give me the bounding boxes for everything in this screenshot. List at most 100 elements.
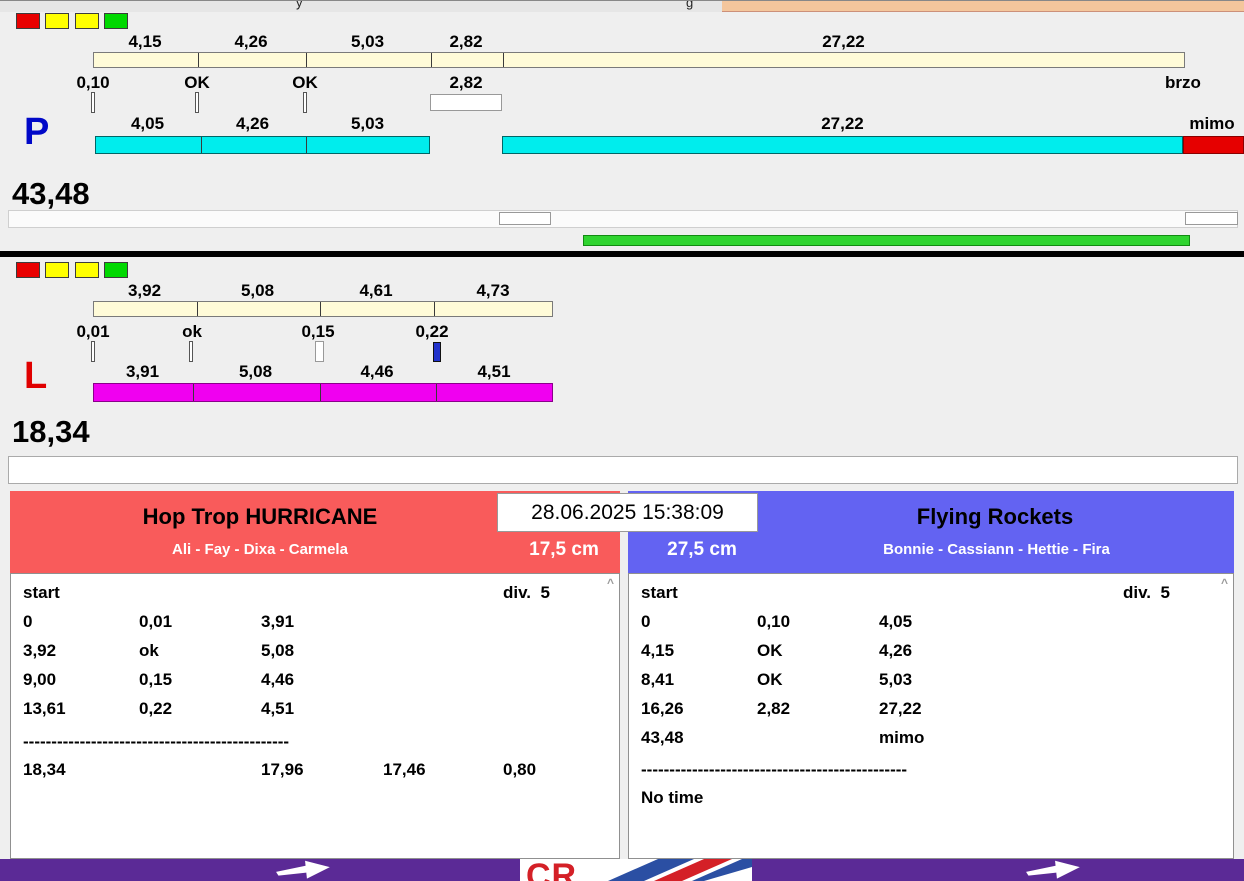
l-run-split: 5,08: [238, 362, 273, 381]
team-left-height: 17,5 cm: [529, 539, 599, 560]
p-total-time: 43,48: [12, 176, 90, 211]
p-check-value: OK: [184, 73, 210, 92]
l-plan-bar: [93, 301, 553, 317]
status-light-red-icon: [16, 13, 40, 29]
l-empty-strip: [8, 456, 1238, 484]
table-divider-line: ----------------------------------------…: [23, 732, 290, 751]
bar-divider: [306, 53, 307, 67]
lane-l-label: L: [24, 355, 48, 397]
clipped-menu-text: y: [296, 1, 303, 10]
bar-divider: [434, 302, 435, 316]
l-plan-split: 4,73: [476, 281, 510, 300]
timestamp-text: 28.06.2025 15:38:09: [531, 501, 724, 524]
table-cell: 2,82: [757, 699, 791, 718]
arrow-icon: [1026, 860, 1080, 879]
team-right-name: Flying Rockets: [916, 504, 1074, 529]
l-gate-tick: [189, 341, 193, 362]
l-total-time: 18,34: [12, 414, 90, 449]
background-window-orange: [722, 1, 1244, 12]
table-cell: 0,01: [139, 612, 173, 631]
p-progress-bar: [583, 235, 1190, 246]
status-light-yellow-icon: [74, 13, 99, 29]
p-run-bar: [95, 136, 430, 154]
l-plan-split: 4,61: [359, 281, 393, 300]
l-run-split: 4,46: [360, 362, 394, 381]
l-gate-marker-blue: [433, 342, 441, 362]
p-gate-box: [430, 94, 502, 111]
p-plan-bar: [93, 52, 1185, 68]
lane-p-status-lights: [16, 13, 129, 31]
scroll-up-icon[interactable]: ^: [1221, 577, 1228, 589]
lane-divider: [0, 251, 1244, 257]
status-light-yellow-icon: [45, 262, 70, 278]
table-cell: 3,91: [261, 612, 295, 631]
p-run-bar-long: [502, 136, 1183, 154]
p-plan-split: 5,03: [350, 32, 385, 51]
p-plan-split: 4,26: [234, 32, 268, 51]
l-check-value: ok: [182, 322, 202, 341]
p-plan-split: 4,15: [128, 32, 162, 51]
table-cell: 0: [641, 612, 651, 631]
l-check-value: 0,01: [76, 322, 110, 341]
bar-divider: [320, 302, 321, 316]
table-cell: 0: [23, 612, 33, 631]
timestamp-box: 28.06.2025 15:38:09: [497, 493, 758, 532]
l-gate-tick: [91, 341, 95, 362]
table-cell: 13,61: [23, 699, 66, 718]
bar-divider: [193, 384, 194, 401]
summary-time2: 17,46: [383, 760, 426, 779]
scroll-up-icon[interactable]: ^: [607, 577, 614, 589]
table-cell: mimo: [879, 728, 925, 747]
table-cell: 4,51: [261, 699, 295, 718]
p-plan-split: 2,82: [449, 32, 483, 51]
result-text: No time: [641, 788, 704, 807]
p-run-split: 27,22: [821, 114, 864, 133]
table-cell: 27,22: [879, 699, 922, 718]
l-plan-split: 3,92: [127, 281, 162, 300]
bar-divider: [201, 137, 202, 153]
team-right-height: 27,5 cm: [667, 539, 737, 560]
table-cell: 9,00: [23, 670, 57, 689]
p-marker-box: [1185, 212, 1238, 225]
p-run-split: 4,26: [235, 114, 270, 133]
table-cell: 5,08: [261, 641, 295, 660]
status-light-yellow-icon: [74, 262, 99, 278]
flag-logo-icon: [608, 859, 752, 881]
table-cell: 43,48: [641, 728, 684, 747]
l-gate-box: [315, 341, 324, 362]
bar-divider: [306, 137, 307, 153]
table-divider-line: ----------------------------------------…: [641, 760, 908, 779]
table-cell: OK: [757, 641, 783, 660]
table-cell: 4,15: [641, 641, 675, 660]
p-check-value: 2,82: [449, 73, 483, 92]
bar-divider: [431, 53, 432, 67]
table-cell: 5,03: [879, 670, 913, 689]
bar-divider: [197, 302, 198, 316]
clipped-menu-text: g: [686, 1, 694, 10]
l-check-value: 0,22: [415, 322, 449, 341]
l-plan-split: 5,08: [240, 281, 275, 300]
table-header-start: start: [641, 583, 678, 602]
table-cell: 0,22: [139, 699, 173, 718]
l-run-split: 3,91: [125, 362, 160, 381]
table-cell: 16,26: [641, 699, 684, 718]
status-light-green-icon: [104, 262, 129, 278]
table-cell: 4,05: [879, 612, 913, 631]
summary-total: 18,34: [23, 760, 66, 779]
team-right-results-panel[interactable]: ^ start div. 5 0 0,10 4,05 4,15 OK 4,26 …: [628, 573, 1234, 859]
team-left-results-panel[interactable]: ^ start div. 5 0 0,01 3,91 3,92 ok 5,08 …: [10, 573, 620, 859]
table-cell: 4,46: [261, 670, 295, 689]
p-check-value: 0,10: [76, 73, 110, 92]
event-logo: CR: [520, 859, 752, 881]
p-run-split: 5,03: [350, 114, 385, 133]
lane-l-status-lights: [16, 262, 129, 280]
table-header-start: start: [23, 583, 60, 602]
timing-app-window: y g 4,15 4,26 5,03 2,82 27,22 0,10 OK OK…: [0, 0, 1244, 881]
table-cell: 4,26: [879, 641, 913, 660]
l-run-split: 4,51: [477, 362, 511, 381]
table-cell: ok: [139, 641, 159, 660]
status-light-green-icon: [104, 13, 129, 29]
table-header-div: div. 5: [1123, 583, 1170, 602]
summary-time1: 17,96: [261, 760, 304, 779]
p-speed-note: brzo: [1165, 73, 1201, 92]
